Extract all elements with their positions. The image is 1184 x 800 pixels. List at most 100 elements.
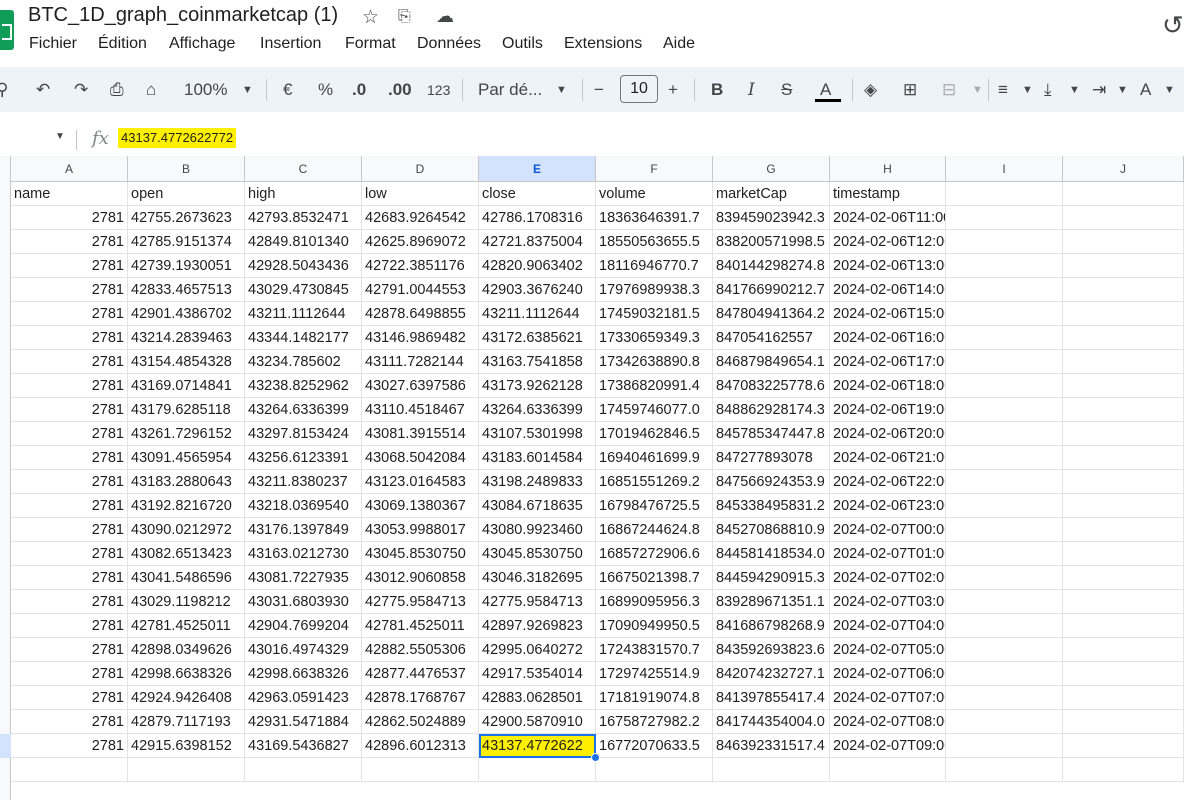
table-cell[interactable]: 848862928174.3 xyxy=(713,398,830,422)
empty-cell[interactable] xyxy=(1063,638,1184,662)
table-cell[interactable]: 43234.785602 xyxy=(245,350,362,374)
table-cell[interactable]: 43053.9988017 xyxy=(362,518,479,542)
table-cell[interactable]: 43111.7282144 xyxy=(362,350,479,374)
name-box-chevron-down-icon[interactable]: ▼ xyxy=(55,131,65,142)
table-cell[interactable]: 42775.9584713 xyxy=(479,590,596,614)
column-header-i[interactable]: I xyxy=(946,156,1063,182)
table-cell[interactable]: 17181919074.8 xyxy=(596,686,713,710)
table-cell[interactable]: 2781 xyxy=(11,734,128,758)
table-cell[interactable]: 42775.9584713 xyxy=(362,590,479,614)
table-cell[interactable]: 842074232727.1 xyxy=(713,662,830,686)
table-cell[interactable]: 43163.7541858 xyxy=(479,350,596,374)
table-cell[interactable]: 42901.4386702 xyxy=(128,302,245,326)
menu-edition[interactable]: Édition xyxy=(98,35,147,53)
table-cell[interactable]: 43081.7227935 xyxy=(245,566,362,590)
text-color-button[interactable]: A xyxy=(820,80,831,100)
table-cell[interactable]: 17243831570.7 xyxy=(596,638,713,662)
empty-cell[interactable] xyxy=(1063,422,1184,446)
table-cell[interactable]: 2781 xyxy=(11,206,128,230)
decrease-decimal-button[interactable]: .0 xyxy=(352,80,366,100)
table-cell[interactable]: 2781 xyxy=(11,470,128,494)
table-cell[interactable]: 43081.3915514 xyxy=(362,422,479,446)
menu-format[interactable]: Format xyxy=(345,35,396,53)
table-cell[interactable]: 42924.9426408 xyxy=(128,686,245,710)
empty-cell[interactable] xyxy=(128,758,245,782)
table-cell[interactable]: 42882.5505306 xyxy=(362,638,479,662)
table-cell[interactable]: 42849.8101340 xyxy=(245,230,362,254)
table-cell[interactable]: 42785.9151374 xyxy=(128,230,245,254)
empty-cell[interactable] xyxy=(1063,182,1184,206)
table-cell[interactable]: 2024-02-07T08:00:00.000Z xyxy=(830,710,946,734)
table-cell[interactable]: 42739.1930051 xyxy=(128,254,245,278)
empty-cell[interactable] xyxy=(946,254,1063,278)
table-cell[interactable]: 43218.0369540 xyxy=(245,494,362,518)
table-cell[interactable]: 42820.9063402 xyxy=(479,254,596,278)
empty-cell[interactable] xyxy=(1063,494,1184,518)
empty-cell[interactable] xyxy=(946,494,1063,518)
empty-cell[interactable] xyxy=(1063,446,1184,470)
font-size-decrease-button[interactable]: − xyxy=(594,80,604,100)
italic-button[interactable]: I xyxy=(748,80,755,100)
table-cell[interactable]: 43238.8252962 xyxy=(245,374,362,398)
table-cell[interactable]: 16940461699.9 xyxy=(596,446,713,470)
zoom-select[interactable]: 100% xyxy=(184,80,227,100)
table-cell[interactable]: 17330659349.3 xyxy=(596,326,713,350)
table-cell[interactable]: 43031.6803930 xyxy=(245,590,362,614)
table-cell[interactable]: 2024-02-07T02:00:00.000Z xyxy=(830,566,946,590)
table-cell[interactable]: 43154.4854328 xyxy=(128,350,245,374)
table-cell[interactable]: 17090949950.5 xyxy=(596,614,713,638)
table-cell[interactable]: 16798476725.5 xyxy=(596,494,713,518)
empty-cell[interactable] xyxy=(946,542,1063,566)
empty-cell[interactable] xyxy=(713,758,830,782)
table-cell[interactable]: 17976989938.3 xyxy=(596,278,713,302)
empty-cell[interactable] xyxy=(1063,590,1184,614)
table-cell[interactable]: 43179.6285118 xyxy=(128,398,245,422)
table-cell[interactable]: 16857272906.6 xyxy=(596,542,713,566)
menu-affichage[interactable]: Affichage xyxy=(169,35,235,53)
star-icon[interactable]: ☆ xyxy=(362,6,379,29)
empty-cell[interactable] xyxy=(946,230,1063,254)
table-cell[interactable]: 844581418534.0 xyxy=(713,542,830,566)
table-cell[interactable]: 17342638890.8 xyxy=(596,350,713,374)
table-cell[interactable]: 2024-02-07T07:00:00.000Z xyxy=(830,686,946,710)
text-wrap-icon[interactable]: ⇥ xyxy=(1092,80,1106,100)
selection-fill-handle[interactable] xyxy=(591,753,600,762)
empty-cell[interactable] xyxy=(1063,710,1184,734)
table-cell[interactable]: 840144298274.8 xyxy=(713,254,830,278)
table-cell[interactable]: 42928.5043436 xyxy=(245,254,362,278)
table-cell[interactable]: 17459746077.0 xyxy=(596,398,713,422)
table-cell[interactable]: 2781 xyxy=(11,350,128,374)
empty-cell[interactable] xyxy=(1063,686,1184,710)
table-cell[interactable]: 844594290915.3 xyxy=(713,566,830,590)
number-format-button[interactable]: 123 xyxy=(427,80,450,100)
table-cell[interactable]: 42915.6398152 xyxy=(128,734,245,758)
empty-cell[interactable] xyxy=(946,350,1063,374)
empty-cell[interactable] xyxy=(946,734,1063,758)
table-cell[interactable]: 43211.1112644 xyxy=(245,302,362,326)
table-cell[interactable]: 43264.6336399 xyxy=(245,398,362,422)
table-cell[interactable]: 2781 xyxy=(11,542,128,566)
table-cell[interactable]: 2024-02-06T13:00:00.000Z xyxy=(830,254,946,278)
table-cell[interactable]: 847083225778.6 xyxy=(713,374,830,398)
table-cell[interactable]: 841744354004.0 xyxy=(713,710,830,734)
table-cell[interactable]: 43110.4518467 xyxy=(362,398,479,422)
table-cell[interactable]: 42791.0044553 xyxy=(362,278,479,302)
table-cell[interactable]: 2781 xyxy=(11,614,128,638)
empty-cell[interactable] xyxy=(946,614,1063,638)
empty-cell[interactable] xyxy=(946,518,1063,542)
empty-cell[interactable] xyxy=(946,398,1063,422)
table-cell[interactable]: 43256.6123391 xyxy=(245,446,362,470)
table-cell[interactable]: 845270868810.9 xyxy=(713,518,830,542)
merge-chevron-down-icon[interactable]: ▼ xyxy=(972,80,983,100)
header-cell-name[interactable]: name xyxy=(11,182,128,206)
table-cell[interactable]: 2024-02-06T14:00:00.000Z xyxy=(830,278,946,302)
table-cell[interactable]: 43084.6718635 xyxy=(479,494,596,518)
table-cell[interactable]: 43069.1380367 xyxy=(362,494,479,518)
table-cell[interactable]: 2781 xyxy=(11,686,128,710)
column-header-g[interactable]: G xyxy=(713,156,830,182)
table-cell[interactable]: 841766990212.7 xyxy=(713,278,830,302)
font-chevron-down-icon[interactable]: ▼ xyxy=(556,80,567,100)
table-cell[interactable]: 42998.6638326 xyxy=(245,662,362,686)
table-cell[interactable]: 43029.1198212 xyxy=(128,590,245,614)
table-cell[interactable]: 43264.6336399 xyxy=(479,398,596,422)
